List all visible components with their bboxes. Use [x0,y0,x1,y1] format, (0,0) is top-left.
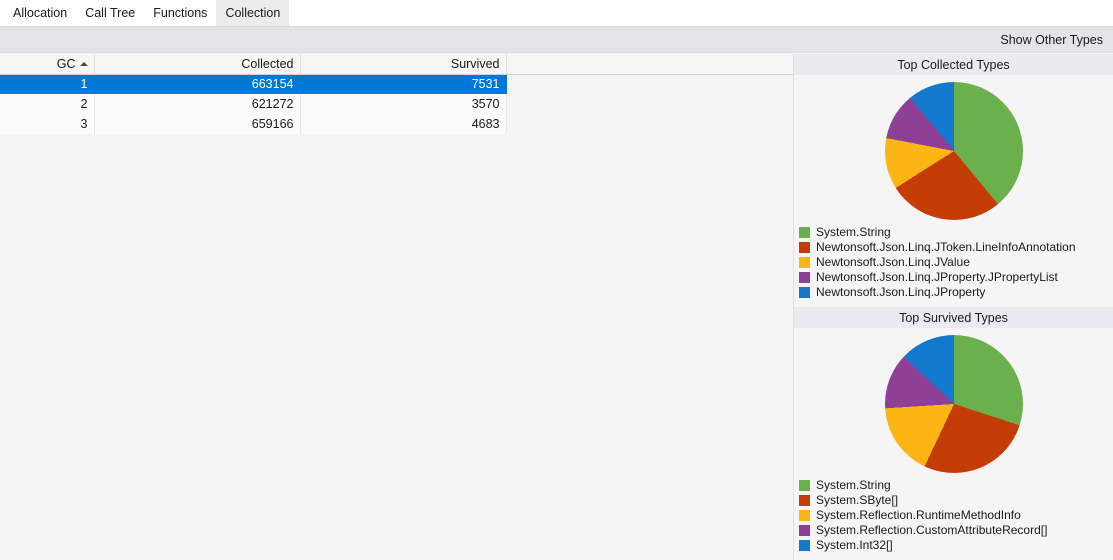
table-header-row: GC Collected Survived [0,54,793,75]
cell-survived: 4683 [300,114,507,134]
legend-swatch-icon [799,271,810,283]
tab-functions-label: Functions [153,6,208,20]
show-other-types-button[interactable]: Show Other Types [1000,33,1103,47]
legend-item-label: System.Reflection.CustomAttributeRecord[… [816,522,1048,537]
column-header-gc[interactable]: GC [0,54,95,75]
top-collected-pie-chart[interactable] [884,82,1023,220]
gc-grid-panel: GC Collected Survived 1 663154 7531 2 62… [0,54,793,560]
table-row[interactable]: 2 621272 3570 [0,94,793,114]
legend-item-label: System.Int32[] [816,537,893,552]
tab-strip: Allocation Call Tree Functions Collectio… [0,0,1113,27]
cell-survived: 3570 [300,94,507,114]
legend-item-label: System.Reflection.RuntimeMethodInfo [816,507,1021,522]
cell-collected: 663154 [94,74,301,94]
sort-ascending-icon [79,61,88,66]
legend-item[interactable]: System.String [799,225,1109,239]
cell-gc: 1 [0,74,95,94]
cell-collected: 621272 [94,94,301,114]
top-collected-legend: System.String Newtonsoft.Json.Linq.JToken… [799,225,1109,300]
table-row[interactable]: 1 663154 7531 [0,74,793,94]
legend-item[interactable]: System.SByte[] [799,493,1109,507]
legend-item[interactable]: System.String [799,478,1109,492]
legend-item-label: Newtonsoft.Json.Linq.JValue [816,254,970,269]
legend-swatch-icon [799,256,810,268]
tab-collection-label: Collection [225,6,281,20]
table-row[interactable]: 3 659166 4683 [0,114,793,134]
legend-swatch-icon [799,509,810,521]
legend-item[interactable]: Newtonsoft.Json.Linq.JProperty [799,285,1109,299]
legend-swatch-icon [799,539,810,551]
column-header-filler [506,54,793,75]
top-survived-types-body: System.String System.SByte[] System.Reflec… [794,328,1113,560]
toolbar: Show Other Types [0,27,1113,53]
cell-filler [506,74,793,94]
cell-filler [506,114,793,134]
cell-filler [506,94,793,114]
legend-item[interactable]: System.Int32[] [799,538,1109,552]
main-content: GC Collected Survived 1 663154 7531 2 62… [0,54,1113,560]
legend-item[interactable]: Newtonsoft.Json.Linq.JProperty.JProperty… [799,270,1109,284]
legend-item-label: Newtonsoft.Json.Linq.JProperty [816,284,986,299]
column-header-collected[interactable]: Collected [94,54,301,75]
charts-panel: Top Collected Types System.String Newtons… [793,54,1113,560]
cell-collected: 659166 [94,114,301,134]
top-collected-types-panel: Top Collected Types System.String Newtons… [794,54,1113,307]
legend-swatch-icon [799,524,810,536]
legend-item-label: System.String [816,224,891,239]
column-header-collected-label: Collected [241,56,294,71]
legend-item-label: Newtonsoft.Json.Linq.JToken.LineInfoAnno… [816,239,1076,254]
cell-gc: 3 [0,114,95,134]
top-collected-types-body: System.String Newtonsoft.Json.Linq.JToken… [794,75,1113,307]
legend-swatch-icon [799,494,810,506]
legend-item[interactable]: System.Reflection.RuntimeMethodInfo [799,508,1109,522]
top-collected-pie-holder [794,80,1113,222]
legend-swatch-icon [799,286,810,298]
legend-swatch-icon [799,479,810,491]
tab-call-tree[interactable]: Call Tree [76,0,144,26]
tab-allocation-label: Allocation [13,6,68,20]
column-header-survived[interactable]: Survived [300,54,507,75]
tab-collection[interactable]: Collection [216,0,290,26]
legend-item[interactable]: Newtonsoft.Json.Linq.JValue [799,255,1109,269]
top-survived-types-panel: Top Survived Types System.String System.S… [794,307,1113,560]
legend-item-label: System.String [816,477,891,492]
table-body: 1 663154 7531 2 621272 3570 3 659166 468… [0,74,793,134]
cell-survived: 7531 [300,74,507,94]
tab-functions[interactable]: Functions [144,0,216,26]
tab-allocation[interactable]: Allocation [4,0,76,26]
tab-call-tree-label: Call Tree [85,6,136,20]
top-collected-types-title: Top Collected Types [794,54,1113,75]
legend-item-label: System.SByte[] [816,492,899,507]
legend-item-label: Newtonsoft.Json.Linq.JProperty.JProperty… [816,269,1058,284]
top-survived-pie-holder [794,333,1113,475]
column-header-survived-label: Survived [450,56,500,71]
gc-table: GC Collected Survived 1 663154 7531 2 62… [0,54,793,134]
cell-gc: 2 [0,94,95,114]
legend-swatch-icon [799,241,810,253]
legend-item[interactable]: System.Reflection.CustomAttributeRecord[… [799,523,1109,537]
legend-item[interactable]: Newtonsoft.Json.Linq.JToken.LineInfoAnno… [799,240,1109,254]
column-header-gc-label: GC [56,56,76,71]
top-survived-legend: System.String System.SByte[] System.Reflec… [799,478,1109,553]
top-survived-types-title: Top Survived Types [794,307,1113,328]
legend-swatch-icon [799,226,810,238]
top-survived-pie-chart[interactable] [884,335,1023,473]
